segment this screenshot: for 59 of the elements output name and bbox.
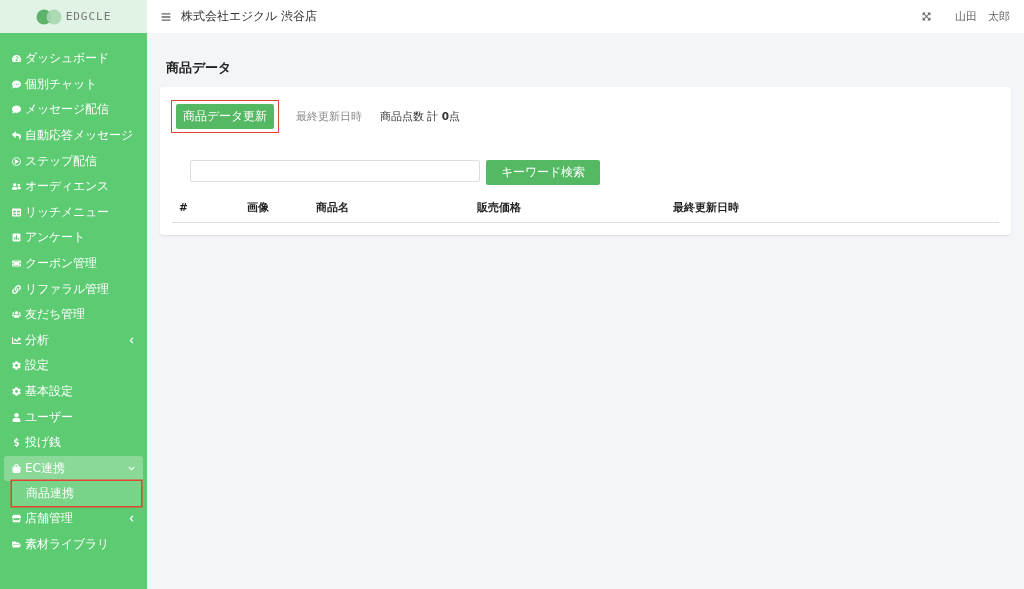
chat-bubble-icon	[12, 79, 21, 89]
sidebar-item[interactable]: 分析	[4, 327, 143, 354]
menu-icon[interactable]	[161, 11, 171, 22]
update-button[interactable]: 商品データ更新	[176, 104, 274, 129]
sidebar-subitem[interactable]: 商品連携	[12, 481, 141, 507]
sidebar-item[interactable]: 素材ライブラリ	[4, 531, 143, 558]
sidebar-item[interactable]: ユーザー	[4, 404, 143, 430]
settings-icon	[12, 361, 21, 371]
chevron-left-icon	[128, 515, 135, 523]
search-button[interactable]: キーワード検索	[486, 160, 600, 185]
sidebar-item[interactable]: クーポン管理	[4, 250, 143, 277]
dollar-icon	[12, 438, 21, 448]
sidebar-item[interactable]: 自動応答メッセージ	[4, 122, 143, 149]
sidebar-item[interactable]: アンケート	[4, 225, 143, 251]
item-count: 商品点数 計 0点	[380, 109, 460, 124]
user-name[interactable]: 山田 太郎	[955, 9, 1010, 24]
column-header: 商品名	[316, 201, 350, 215]
sidebar-item[interactable]: EC連携	[4, 455, 143, 482]
sidebar-item[interactable]: ステップ配信	[4, 148, 143, 174]
sidebar-item[interactable]: リファラル管理	[4, 276, 143, 302]
sidebar-item[interactable]: メッセージ配信	[4, 97, 143, 123]
logo-text: EDGCLE	[65, 10, 112, 23]
sidebar-item[interactable]: 友だち管理	[4, 301, 143, 328]
column-header: #	[179, 201, 189, 215]
play-icon	[12, 156, 21, 166]
sidebar-item[interactable]: 基本設定	[4, 378, 143, 405]
sidebar-item[interactable]: 店舗管理	[4, 506, 143, 532]
message-icon	[12, 105, 21, 115]
dashboard-icon	[12, 54, 21, 64]
sidebar-item[interactable]: リッチメニュー	[4, 199, 143, 226]
ticket-icon	[12, 259, 21, 269]
last-updated-label: 最終更新日時	[296, 109, 362, 124]
settings-icon	[12, 387, 21, 396]
chart-icon	[12, 335, 21, 345]
chart-icon	[12, 233, 21, 243]
reply-icon	[12, 131, 21, 141]
column-header: 画像	[247, 201, 270, 215]
folder-icon	[12, 540, 21, 549]
chevron-down-icon	[128, 464, 135, 472]
bag-icon	[12, 463, 21, 473]
users-icon	[12, 182, 21, 192]
page-title: 商品データ	[166, 59, 232, 77]
search-field[interactable]	[190, 160, 480, 182]
link-icon	[12, 284, 21, 294]
chevron-left-icon	[128, 336, 135, 344]
store-name: 株式会社エジクル 渋谷店	[181, 8, 317, 25]
logo-icon	[35, 8, 62, 25]
sidebar-item[interactable]: 投げ銭	[4, 429, 143, 456]
users-icon	[12, 310, 21, 320]
store-icon	[12, 514, 21, 524]
user-icon	[12, 412, 21, 422]
column-header: 販売価格	[477, 201, 522, 215]
fullscreen-icon[interactable]	[922, 12, 931, 21]
grid-icon	[12, 207, 21, 217]
sidebar-item[interactable]: オーディエンス	[4, 173, 143, 200]
sidebar-item[interactable]: 設定	[4, 353, 143, 379]
sidebar-item[interactable]: 個別チャット	[4, 71, 143, 98]
sidebar-item[interactable]: ダッシュボード	[4, 46, 143, 72]
column-header: 最終更新日時	[673, 201, 740, 215]
